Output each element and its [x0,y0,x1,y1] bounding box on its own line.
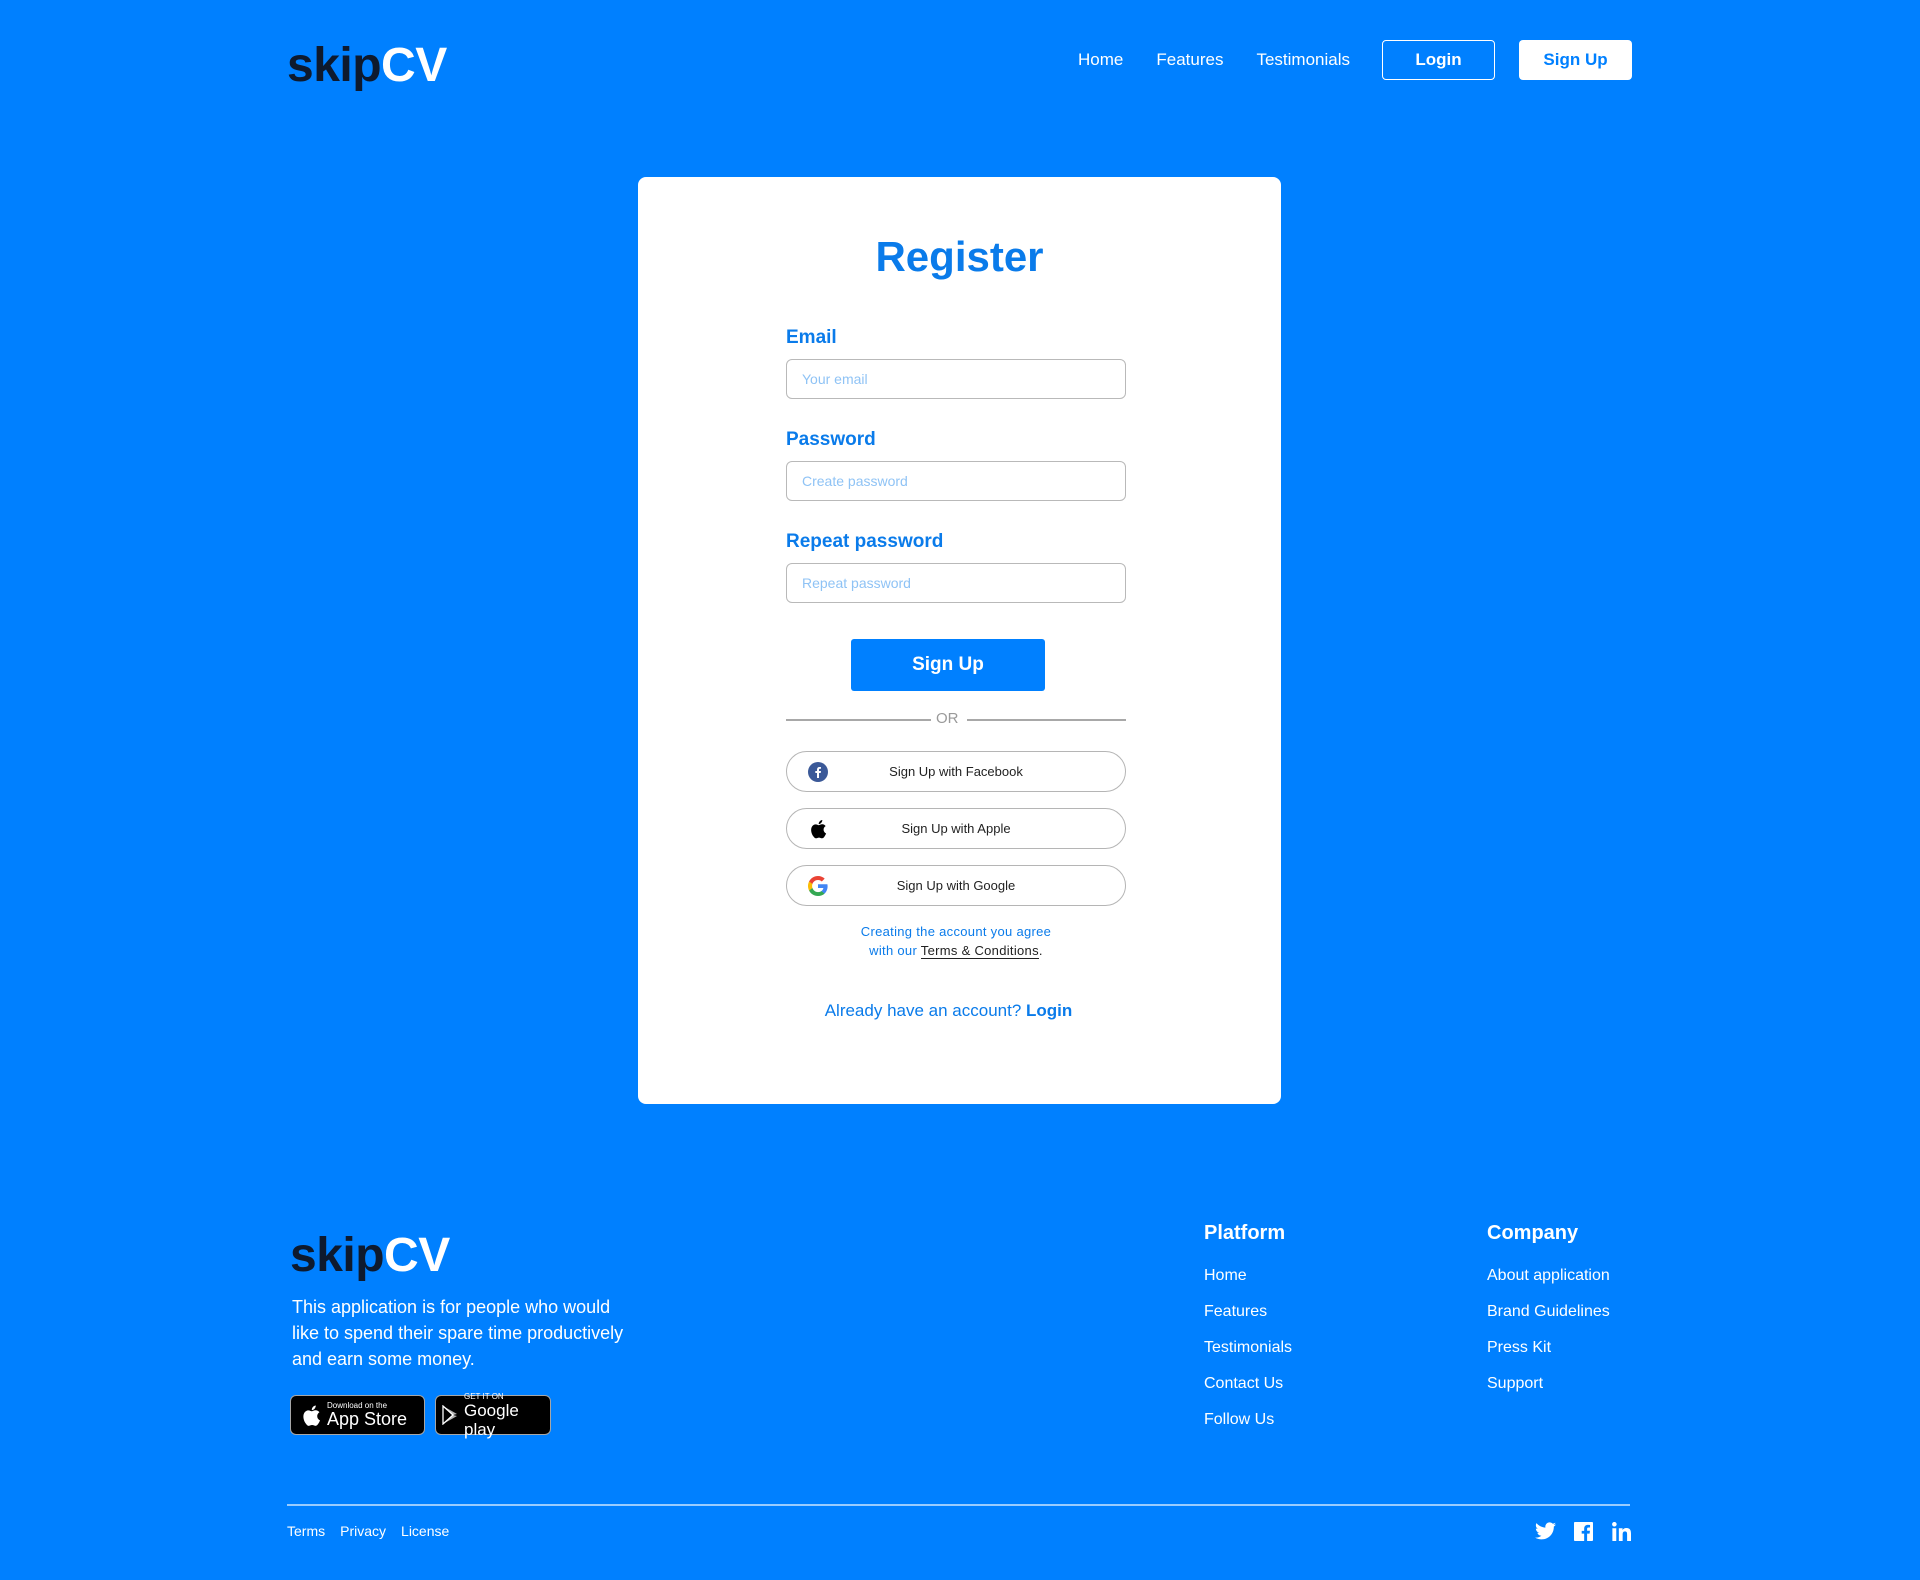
apple-icon [301,1404,321,1427]
page: skipCV Home Features Testimonials Login … [0,0,1920,1580]
footer-logo[interactable]: skipCV [290,1232,450,1280]
terms-prefix: with our [869,943,918,958]
footer-link-contact-us[interactable]: Contact Us [1204,1374,1292,1393]
email-input[interactable] [786,359,1126,399]
or-text: OR [936,710,959,727]
google-icon [807,875,829,897]
footer-link-home[interactable]: Home [1204,1266,1292,1285]
footer-about-text: This application is for people who would… [292,1297,624,1369]
footer-logo-part-cv: CV [384,1229,450,1282]
terms-suffix: . [1038,943,1043,958]
google-play-small-text: GET IT ON [464,1391,504,1401]
have-account-label: Already have an account? [824,1001,1022,1020]
footer-logo-part-skip: skip [290,1229,385,1282]
repeat-password-field-group: Repeat password [786,531,1126,603]
signup-apple-button[interactable]: Sign Up with Apple [786,808,1126,849]
repeat-password-input[interactable] [786,563,1126,603]
footer-divider [287,1504,1630,1506]
nav-testimonials[interactable]: Testimonials [1256,50,1350,70]
logo-part-cv: CV [381,39,447,92]
repeat-password-label: Repeat password [786,531,944,552]
terms-line1: Creating the account you agree [860,924,1052,939]
signup-facebook-button[interactable]: Sign Up with Facebook [786,751,1126,792]
footer-link-support[interactable]: Support [1487,1374,1610,1393]
company-links: About application Brand Guidelines Press… [1487,1266,1610,1410]
terms-notice: Creating the account you agree with our … [786,922,1126,960]
footer-link-press-kit[interactable]: Press Kit [1487,1338,1610,1357]
platform-links: Home Features Testimonials Contact Us Fo… [1204,1266,1292,1446]
nav-login-button[interactable]: Login [1382,40,1495,80]
register-form: Email Password Repeat password Sign Up O… [786,327,1126,960]
footer-license-link[interactable]: License [401,1523,449,1539]
linkedin-icon[interactable] [1610,1520,1632,1542]
login-link[interactable]: Login [1026,1001,1072,1020]
password-field-group: Password [786,429,1126,501]
google-label: Sign Up with Google [896,878,1016,893]
footer-privacy-link[interactable]: Privacy [340,1523,386,1539]
app-store-big-text: App Store [327,1409,408,1429]
social-links [1518,1520,1632,1542]
have-account-text: Already have an account? Login [638,1001,1281,1021]
apple-icon [807,818,829,840]
apple-label: Sign Up with Apple [901,821,1011,836]
logo-part-skip: skip [287,39,382,92]
footer-link-about-application[interactable]: About application [1487,1266,1610,1285]
password-input[interactable] [786,461,1126,501]
signup-submit-button[interactable]: Sign Up [851,639,1045,691]
footer-link-testimonials[interactable]: Testimonials [1204,1338,1292,1357]
google-play-icon [442,1405,460,1425]
password-label: Password [786,429,876,450]
footer-link-follow-us[interactable]: Follow Us [1204,1410,1292,1429]
email-field-group: Email [786,327,1126,399]
register-card: Register Email Password Repeat password … [638,177,1281,1104]
footer-terms-link[interactable]: Terms [287,1523,325,1539]
app-store-badge[interactable]: Download on the App Store [290,1395,425,1435]
signup-google-button[interactable]: Sign Up with Google [786,865,1126,906]
nav-signup-button[interactable]: Sign Up [1519,40,1632,80]
top-nav: Home Features Testimonials Login Sign Up [1078,40,1632,80]
google-play-badge[interactable]: GET IT ON Google play [435,1391,551,1439]
register-title: Register [875,233,1044,280]
divider-line-left [786,719,931,721]
facebook-label: Sign Up with Facebook [889,764,1023,779]
company-title: Company [1487,1222,1579,1244]
email-label: Email [786,327,837,348]
footer-bottom-links: Terms Privacy License [287,1523,464,1539]
footer-link-features[interactable]: Features [1204,1302,1292,1321]
nav-home[interactable]: Home [1078,50,1123,70]
platform-title: Platform [1204,1222,1286,1244]
footer-link-brand-guidelines[interactable]: Brand Guidelines [1487,1302,1610,1321]
nav-features[interactable]: Features [1156,50,1223,70]
facebook-icon[interactable] [1572,1520,1594,1542]
twitter-icon[interactable] [1534,1520,1556,1542]
divider-line-right [967,719,1126,721]
or-divider: OR [786,709,1126,729]
terms-conditions-link[interactable]: Terms & Conditions [920,943,1039,959]
google-play-big-text: Google play [464,1400,519,1439]
header-logo[interactable]: skipCV [287,42,447,90]
facebook-icon [807,761,829,783]
